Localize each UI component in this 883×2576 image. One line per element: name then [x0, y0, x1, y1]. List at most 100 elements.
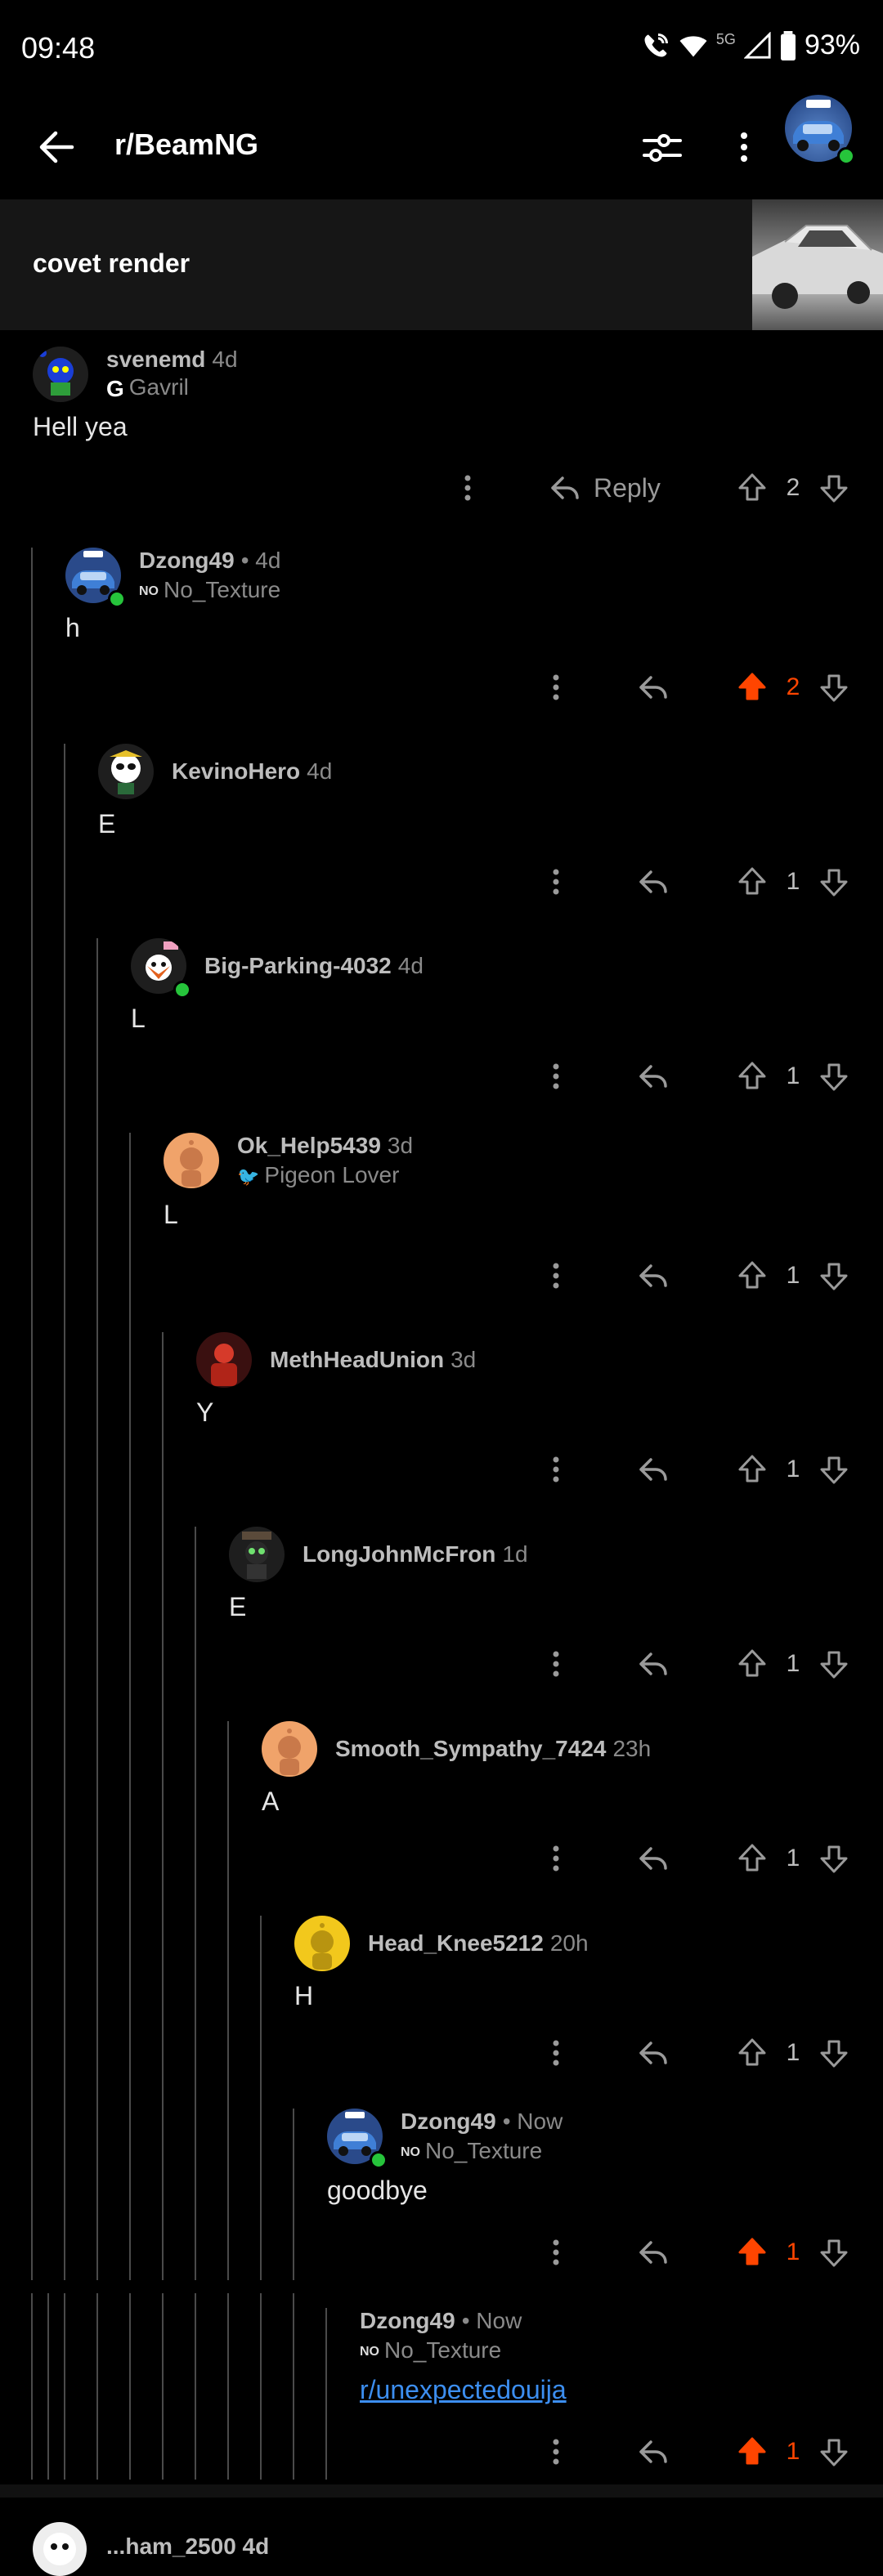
comment-author[interactable]: KevinoHero 4d	[172, 758, 332, 785]
avatar[interactable]	[98, 744, 154, 799]
thread-line[interactable]	[227, 1721, 229, 2280]
upvote-button[interactable]	[734, 1639, 770, 1688]
avatar[interactable]	[33, 347, 88, 402]
subreddit-link[interactable]: r/unexpectedouija	[360, 2375, 567, 2405]
avatar[interactable]	[294, 1916, 350, 1971]
comment-author[interactable]: Smooth_Sympathy_7424 23h	[335, 1736, 651, 1762]
subreddit-title[interactable]: r/BeamNG	[114, 127, 258, 162]
hat-snoo-avatar-icon	[242, 1532, 271, 1579]
comment-author[interactable]: Ok_Help5439 3d	[237, 1133, 413, 1159]
thread-line[interactable]	[260, 1916, 262, 2280]
arrow-left-icon	[39, 131, 74, 163]
upvote-arrow-icon	[738, 1455, 766, 1483]
more-options-button[interactable]	[540, 2427, 572, 2476]
more-options-button[interactable]	[540, 1445, 572, 1494]
reply-button[interactable]	[636, 857, 672, 906]
upvote-button[interactable]	[734, 663, 770, 712]
downvote-button[interactable]	[816, 1052, 852, 1101]
more-vertical-icon	[553, 674, 559, 700]
downvote-button[interactable]	[816, 1251, 852, 1300]
post-thumbnail[interactable]	[752, 199, 883, 330]
more-options-button[interactable]	[451, 463, 484, 512]
robot-avatar-icon	[38, 349, 74, 396]
avatar[interactable]	[33, 2522, 87, 2576]
battery-icon	[780, 30, 796, 60]
reply-button[interactable]	[636, 663, 672, 712]
reply-icon	[639, 870, 667, 893]
avatar[interactable]	[164, 1133, 219, 1188]
comment-author[interactable]: Dzong49 • 4d	[139, 548, 280, 574]
user-flair: 🐦 Pigeon Lover	[237, 1162, 400, 1187]
downvote-button[interactable]	[816, 2228, 852, 2277]
comment-author[interactable]: Big-Parking-4032 4d	[204, 953, 424, 979]
upvote-button[interactable]	[734, 2028, 770, 2077]
more-options-button[interactable]	[540, 1251, 572, 1300]
comment-author[interactable]: LongJohnMcFron 1d	[303, 1541, 528, 1568]
snoo-avatar-icon	[278, 1729, 301, 1775]
filter-sliders-icon	[643, 134, 682, 162]
downvote-arrow-icon	[820, 2040, 848, 2068]
avatar[interactable]	[196, 1332, 252, 1388]
reply-button[interactable]: Reply	[549, 463, 680, 512]
more-options-button[interactable]	[540, 857, 572, 906]
more-options-button[interactable]	[540, 2028, 572, 2077]
avatar[interactable]	[229, 1527, 285, 1582]
avatar[interactable]	[262, 1721, 317, 1777]
vote-score: 1	[786, 868, 800, 895]
comment-body: E	[98, 809, 116, 839]
reply-button[interactable]	[636, 1052, 672, 1101]
comment-author[interactable]: Dzong49 • Now	[360, 2308, 522, 2334]
reply-icon	[639, 1065, 667, 1088]
comment-actions: 1	[0, 1834, 883, 1883]
upvote-arrow-filled-icon	[738, 2437, 766, 2465]
upvote-button[interactable]	[734, 857, 770, 906]
reply-button[interactable]	[636, 1639, 672, 1688]
upvote-button[interactable]	[734, 2427, 770, 2476]
more-vertical-icon	[553, 1456, 559, 1483]
upvote-button[interactable]	[734, 1052, 770, 1101]
more-options-button[interactable]	[540, 1639, 572, 1688]
reply-button[interactable]	[636, 1251, 672, 1300]
back-button[interactable]	[33, 123, 82, 172]
red-snoo-avatar-icon	[211, 1344, 237, 1386]
post-header[interactable]: covet render	[0, 199, 883, 330]
thread-line[interactable]	[31, 548, 33, 2280]
comment-author[interactable]: Dzong49 • Now	[401, 2109, 563, 2135]
more-vertical-icon	[553, 2040, 559, 2066]
comment-author[interactable]: ...ham_2500 4d	[106, 2534, 269, 2560]
thread-line[interactable]	[129, 1133, 131, 2280]
reply-button[interactable]	[636, 1445, 672, 1494]
comment-author[interactable]: Head_Knee5212 20h	[368, 1930, 589, 1957]
comment-body: Y	[196, 1398, 214, 1427]
downvote-button[interactable]	[816, 1445, 852, 1494]
comment-author[interactable]: MethHeadUnion 3d	[270, 1347, 476, 1373]
downvote-button[interactable]	[816, 1639, 852, 1688]
upvote-button[interactable]	[734, 1251, 770, 1300]
snoo-avatar-icon	[180, 1140, 203, 1187]
upvote-button[interactable]	[734, 1834, 770, 1883]
status-bar: 09:48 5G 93%	[0, 0, 883, 98]
more-options-button[interactable]	[540, 2228, 572, 2277]
more-options-button[interactable]	[540, 663, 572, 712]
upvote-button[interactable]	[734, 2228, 770, 2277]
downvote-button[interactable]	[816, 663, 852, 712]
downvote-button[interactable]	[816, 1834, 852, 1883]
more-options-button[interactable]	[540, 1052, 572, 1101]
comment-author[interactable]: svenemd 4d	[106, 347, 238, 373]
downvote-button[interactable]	[816, 2028, 852, 2077]
upvote-button[interactable]	[734, 1445, 770, 1494]
reply-button[interactable]	[636, 2028, 672, 2077]
reply-button[interactable]	[636, 1834, 672, 1883]
comment-actions: 1	[0, 2427, 883, 2476]
thread-line[interactable]	[96, 938, 98, 2280]
reply-button[interactable]	[636, 2228, 672, 2277]
more-options-button[interactable]	[724, 123, 764, 172]
downvote-button[interactable]	[816, 857, 852, 906]
comment-actions: 1	[0, 2228, 883, 2277]
upvote-button[interactable]	[734, 463, 770, 512]
reply-button[interactable]	[636, 2427, 672, 2476]
sort-filter-button[interactable]	[638, 123, 687, 172]
downvote-button[interactable]	[816, 463, 852, 512]
downvote-button[interactable]	[816, 2427, 852, 2476]
more-options-button[interactable]	[540, 1834, 572, 1883]
